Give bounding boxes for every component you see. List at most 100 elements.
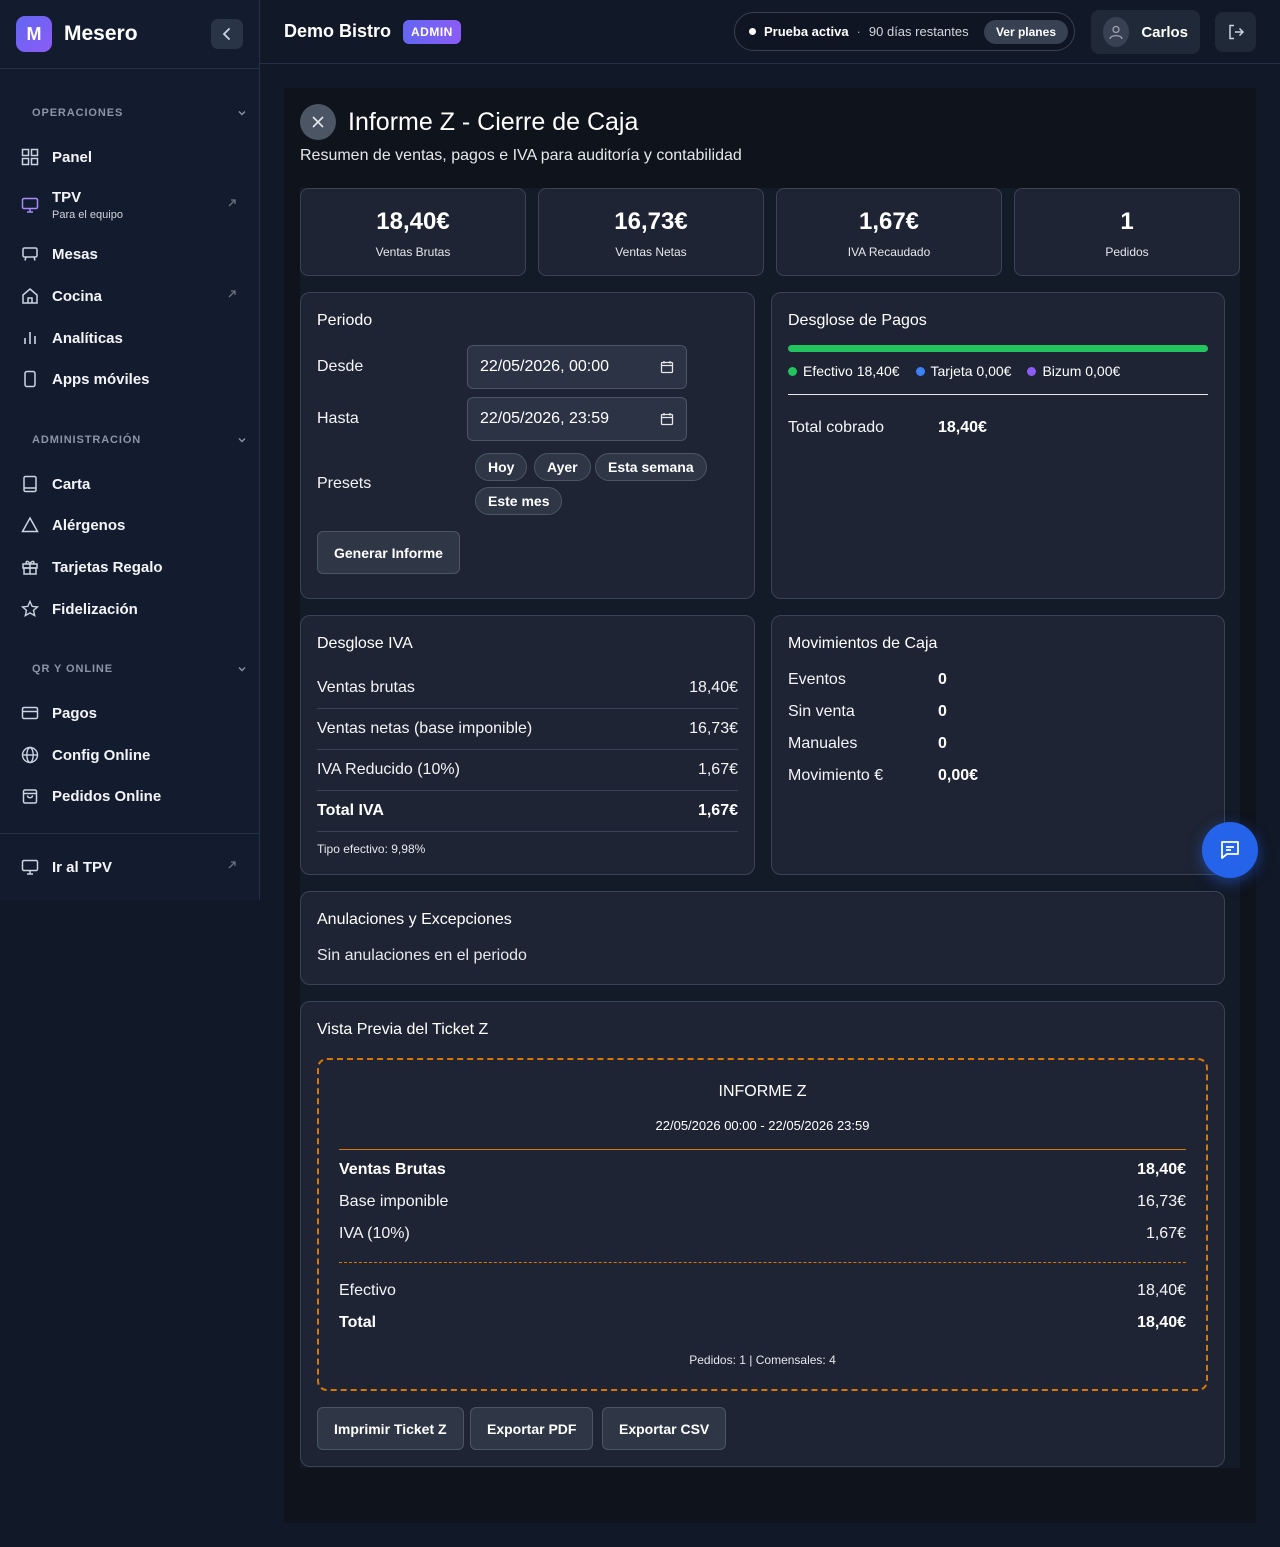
sidebar-item-pedidos-online[interactable]: Pedidos Online (0, 775, 259, 817)
ticket-row-label: Total (339, 1314, 377, 1331)
calendar-icon[interactable] (660, 360, 674, 374)
effective-rate: Tipo efectivo: 9,98% (317, 842, 426, 856)
preset-today-button[interactable]: Hoy (475, 453, 528, 481)
vat-row-value: 1,67€ (697, 802, 738, 819)
section-administracion[interactable]: ADMINISTRACIÓN (0, 430, 259, 450)
cash-row-value: 0 (938, 735, 947, 752)
chevron-down-icon (238, 438, 246, 443)
preset-this-month-button[interactable]: Este mes (475, 487, 563, 515)
table-icon (20, 244, 40, 264)
sidebar-item-carta[interactable]: Carta (0, 463, 259, 505)
sidebar-item-tpv[interactable]: TPV Para el equipo (0, 184, 259, 226)
chat-support-button[interactable] (1202, 822, 1258, 878)
voids-card: Anulaciones y Excepciones Sin anulacione… (300, 891, 1225, 985)
card-title: Periodo (317, 312, 373, 329)
preset-yesterday-button[interactable]: Ayer (534, 453, 591, 481)
vat-row-value: 1,67€ (697, 761, 738, 778)
ticket-row-label: Efectivo (339, 1282, 396, 1299)
logout-button[interactable] (1215, 12, 1256, 52)
ticket-row: Base imponible 16,73€ (339, 1193, 1186, 1211)
sidebar-item-tarjetas-regalo[interactable]: Tarjetas Regalo (0, 546, 259, 588)
sidebar-item-label: Ir al TPV (52, 858, 113, 876)
divider (339, 1262, 1186, 1263)
report-content: 18,40€ Ventas Brutas 16,73€ Ventas Netas… (300, 188, 1240, 1468)
payments-legend: Efectivo 18,40€ Tarjeta 0,00€ Bizum 0,00… (788, 363, 1120, 379)
generate-report-button[interactable]: Generar Informe (317, 531, 460, 574)
stat-label: IVA Recaudado (847, 245, 931, 259)
logout-icon (1228, 24, 1244, 40)
card-title: Desglose IVA (317, 635, 413, 652)
close-report-button[interactable] (300, 104, 336, 140)
legend-label: Efectivo 18,40€ (803, 363, 900, 379)
section-title: ADMINISTRACIÓN (32, 434, 142, 446)
trial-label: Prueba activa (764, 24, 849, 39)
user-menu-button[interactable]: Carlos (1091, 10, 1200, 54)
cash-row-value: 0,00€ (938, 767, 979, 784)
export-csv-button[interactable]: Exportar CSV (602, 1407, 727, 1450)
role-badge: ADMIN (403, 19, 461, 44)
sidebar-item-panel[interactable]: Panel (0, 136, 259, 178)
ticket-row: Efectivo 18,40€ (339, 1282, 1186, 1300)
card-title: Desglose de Pagos (788, 312, 927, 329)
section-qr-online[interactable]: QR Y ONLINE (0, 659, 259, 679)
sidebar-item-config-online[interactable]: Config Online (0, 734, 259, 776)
sidebar-item-label: Cocina (52, 287, 103, 305)
sidebar-item-analiticas[interactable]: Analíticas (0, 317, 259, 359)
globe-icon (20, 745, 40, 765)
legend-dot-icon (788, 366, 797, 376)
sidebar-item-fidelizacion[interactable]: Fidelización (0, 588, 259, 630)
legend-cash: Efectivo 18,40€ (788, 363, 900, 379)
bag-icon (20, 786, 40, 806)
trial-remaining: 90 días restantes (868, 24, 969, 39)
sidebar-item-label: Fidelización (52, 600, 138, 618)
calendar-icon[interactable] (660, 412, 674, 426)
ticket-row-value: 1,67€ (1145, 1225, 1186, 1242)
trial-status: Prueba activa · 90 días restantes Ver pl… (734, 12, 1075, 51)
stat-card-vat: 1,67€ IVA Recaudado (776, 188, 1002, 276)
cash-movements-card: Movimientos de Caja Eventos 0 Sin venta … (771, 615, 1225, 875)
section-operaciones[interactable]: OPERACIONES (0, 103, 259, 123)
go-to-tpv-link[interactable]: Ir al TPV (0, 846, 259, 888)
sidebar-item-mesas[interactable]: Mesas (0, 233, 259, 275)
cash-row-label: Eventos (788, 671, 846, 688)
card-title: Movimientos de Caja (788, 635, 938, 652)
presets-label: Presets (317, 475, 372, 492)
section-title: OPERACIONES (32, 107, 124, 119)
sidebar-item-alergenos[interactable]: Alérgenos (0, 504, 259, 546)
sidebar-item-apps-moviles[interactable]: Apps móviles (0, 358, 259, 400)
external-link-icon (228, 199, 236, 207)
preset-this-week-button[interactable]: Esta semana (595, 453, 707, 481)
ticket-row-label: Base imponible (339, 1193, 449, 1210)
sidebar-item-label: Mesas (52, 245, 98, 263)
vat-row-value: 18,40€ (689, 679, 738, 696)
sidebar-item-label: Pagos (52, 704, 98, 722)
ticket-row-value: 16,73€ (1137, 1193, 1186, 1210)
external-link-icon (228, 861, 236, 869)
period-card: Periodo Desde 22/05/2026, 00:00 Hasta 22… (300, 292, 755, 599)
export-pdf-button[interactable]: Exportar PDF (470, 1407, 594, 1450)
card-icon (20, 703, 40, 723)
from-date-input[interactable]: 22/05/2026, 00:00 (467, 345, 687, 389)
to-date-value: 22/05/2026, 23:59 (480, 410, 610, 427)
print-ticket-button[interactable]: Imprimir Ticket Z (317, 1407, 464, 1450)
divider (788, 394, 1208, 395)
to-date-input[interactable]: 22/05/2026, 23:59 (467, 397, 687, 441)
legend-card: Tarjeta 0,00€ (915, 363, 1011, 379)
ticket-footer: Pedidos: 1 | Comensales: 4 (689, 1353, 836, 1367)
payments-bar-segment (788, 345, 1208, 352)
view-plans-button[interactable]: Ver planes (983, 19, 1068, 44)
stat-card-orders: 1 Pedidos (1014, 188, 1240, 276)
sidebar-item-pagos[interactable]: Pagos (0, 692, 259, 734)
avatar (1103, 17, 1130, 47)
collapse-sidebar-button[interactable] (211, 19, 243, 49)
home-icon (20, 286, 40, 306)
sidebar-item-cocina[interactable]: Cocina (0, 275, 259, 317)
stat-label: Ventas Netas (615, 245, 687, 259)
vat-row-label: Ventas brutas (317, 679, 415, 696)
ticket-range: 22/05/2026 00:00 - 22/05/2026 23:59 (655, 1118, 870, 1133)
divider (317, 749, 738, 750)
monitor-icon (20, 857, 40, 877)
chevron-down-icon (238, 667, 246, 672)
stat-value: 18,40€ (376, 208, 450, 235)
sidebar-item-label: Alérgenos (52, 516, 126, 534)
